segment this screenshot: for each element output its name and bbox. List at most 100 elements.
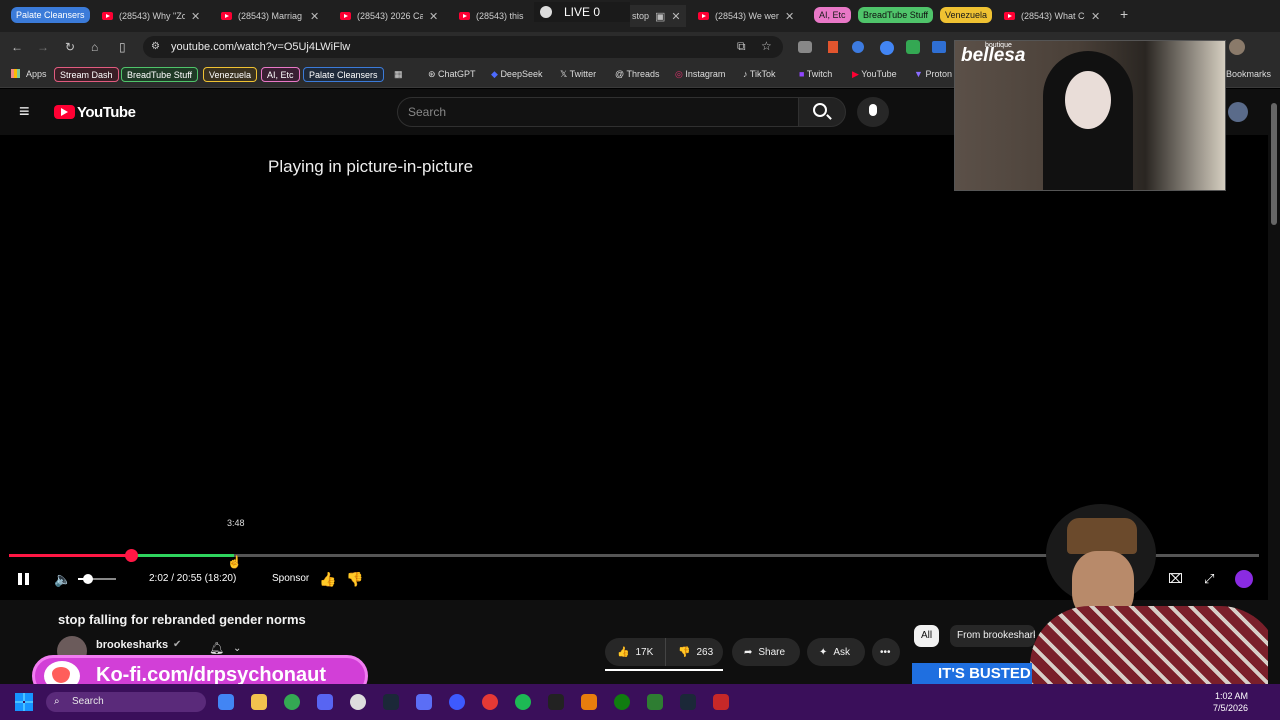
browser-tab[interactable]: (28543) this [459,5,533,27]
pause-icon[interactable] [18,573,22,585]
windows-start-icon[interactable] [15,693,33,711]
taskbar-app-icon[interactable] [218,694,234,710]
taskbar-app-icon[interactable] [548,694,564,710]
scrollbar-thumb[interactable] [1271,103,1277,225]
share-button[interactable]: ➦ Share [732,638,800,666]
tab-title: (28543) What Co [1021,11,1085,21]
menu-hamburger-icon[interactable]: ≡ [19,102,30,120]
bookmark-folder-venezuela[interactable]: Venezuela [203,67,258,82]
video-title: stop falling for rebranded gender norms [58,612,306,627]
chrome-icon[interactable] [284,694,300,710]
file-explorer-icon[interactable] [251,694,267,710]
forward-icon[interactable]: → [37,40,49,54]
close-tab-icon[interactable]: ✕ [310,10,319,23]
bookmark-deepseek[interactable]: ◆ DeepSeek [491,69,542,80]
browser-tab[interactable]: (28543) Why "Zo ✕ [102,5,207,27]
bookmark-folder-stream-dash[interactable]: Stream Dash [54,67,119,82]
channel-name[interactable]: brookesharks [96,639,168,651]
browser-tab[interactable]: (28543) 2026 Ca ✕ [340,5,445,27]
discord-icon[interactable] [317,694,333,710]
all-bookmarks[interactable]: Bookmarks [1226,69,1271,79]
bookmark-youtube[interactable]: ▶ YouTube [852,69,897,80]
extension-icon[interactable] [852,41,864,53]
bookmark-instagram[interactable]: ◎ Instagram [675,69,725,80]
steam-icon[interactable] [383,694,399,710]
tab-group-venezuela[interactable]: Venezuela [940,7,993,23]
obs-icon[interactable] [350,694,366,710]
taskbar-app-icon[interactable] [680,694,696,710]
like-button[interactable]: 👍 17K [605,638,665,666]
bookmark-apps[interactable]: Apps [26,69,47,79]
tab-group-breadtube[interactable]: BreadTube Stuff [858,7,934,23]
close-tab-icon[interactable]: ✕ [671,10,680,23]
url-text[interactable]: youtube.com/watch?v=O5Uj4LWiFlw [171,41,350,53]
tab-group-ai-etc[interactable]: AI, Etc [814,7,851,23]
live-label: LIVE [564,5,591,19]
extension-icon[interactable] [798,41,812,53]
reload-icon[interactable]: ↻ [65,40,75,54]
more-actions-button[interactable]: ••• [872,638,900,666]
chevron-down-icon[interactable]: ⌄ [233,643,241,654]
sidebar-icon[interactable]: ▯ [119,40,126,54]
sponsorblock-thumbs-up-icon[interactable]: 👍 [319,571,336,588]
spotify-icon[interactable] [515,694,531,710]
deepseek-icon: ◆ [491,69,498,79]
taskbar-app-icon[interactable] [449,694,465,710]
sponsor-label[interactable]: Sponsor [272,573,309,584]
bookmark-twitch[interactable]: ■ Twitch [799,69,832,79]
profile-avatar[interactable] [1229,39,1245,55]
taskbar-search[interactable]: Search [46,692,206,712]
mouse-cursor-icon: ☝ [227,555,242,569]
ask-button[interactable]: ✦ Ask [807,638,865,666]
close-tab-icon[interactable]: ✕ [191,10,200,23]
bookmark-label: Instagram [685,69,726,79]
close-tab-icon[interactable]: ✕ [785,10,794,23]
pause-icon-bar [25,573,29,585]
bookmark-tiktok[interactable]: ♪ TikTok [743,69,776,79]
xbox-icon[interactable] [614,694,630,710]
tab-group-palate-cleansers[interactable]: Palate Cleansers [11,7,90,23]
bookmark-proton[interactable]: ▼ Proton [914,69,952,79]
new-tab-button[interactable]: + [1120,6,1128,22]
tab-grid-icon[interactable]: ▦ [394,69,403,80]
site-info-icon[interactable]: ⚙ [151,41,160,52]
install-app-icon[interactable]: ⧉ [737,39,746,54]
volume-icon[interactable]: 🔈 [54,571,71,588]
volume-knob[interactable] [82,574,93,584]
taskbar-app-icon[interactable] [482,694,498,710]
dislike-button[interactable]: 👎 263 [665,638,723,666]
blender-icon[interactable] [581,694,597,710]
taskbar-app-icon[interactable] [647,694,663,710]
bookmark-folder-breadtube[interactable]: BreadTube Stuff [121,67,199,82]
sponsorblock-thumbs-down-icon[interactable]: 👎 [346,571,363,588]
pip-webcam-window[interactable]: bellesa boutique [954,40,1226,191]
taskbar-app-icon[interactable] [416,694,432,710]
close-tab-icon[interactable]: ✕ [1091,10,1100,23]
taskbar-app-icon[interactable] [713,694,729,710]
extension-icon[interactable] [932,41,946,53]
thumbnail-preview[interactable]: IT'S BUSTED [912,663,1032,684]
bookmark-star-icon[interactable]: ☆ [761,39,772,53]
extension-icon[interactable] [880,41,894,55]
bookmark-threads[interactable]: @ Threads [615,69,660,79]
browser-tab[interactable]: (28543) Marriag ✕ [221,5,326,27]
taskbar-clock[interactable]: 1:02 AM 7/5/2026 [1212,690,1248,714]
account-avatar[interactable] [1228,102,1248,122]
close-tab-icon[interactable]: ✕ [429,10,438,23]
bookmark-chatgpt[interactable]: ⊛ ChatGPT [428,69,476,80]
extension-icon[interactable] [906,40,920,54]
filter-chip-all[interactable]: All [914,625,940,647]
notification-bell-icon[interactable]: 🔔︎ [209,641,224,655]
search-input[interactable] [397,97,799,127]
browser-tab[interactable]: (28543) We wer ✕ [698,5,802,27]
browser-tab[interactable]: (28543) What Co ✕ [1004,5,1108,27]
home-icon[interactable]: ⌂ [91,40,98,54]
browser-tab-active[interactable]: stop ▣ ✕ [630,5,686,27]
progress-scrubber[interactable] [124,549,138,562]
back-icon[interactable]: ← [11,40,23,54]
bookmark-twitter[interactable]: 𝕏 Twitter [560,69,596,80]
extension-icon[interactable] [828,41,838,53]
bookmark-folder-palate-cleansers[interactable]: Palate Cleansers [303,67,384,82]
bookmark-folder-ai-etc[interactable]: AI, Etc [261,67,300,82]
youtube-logo-text[interactable]: YouTube [77,104,136,121]
